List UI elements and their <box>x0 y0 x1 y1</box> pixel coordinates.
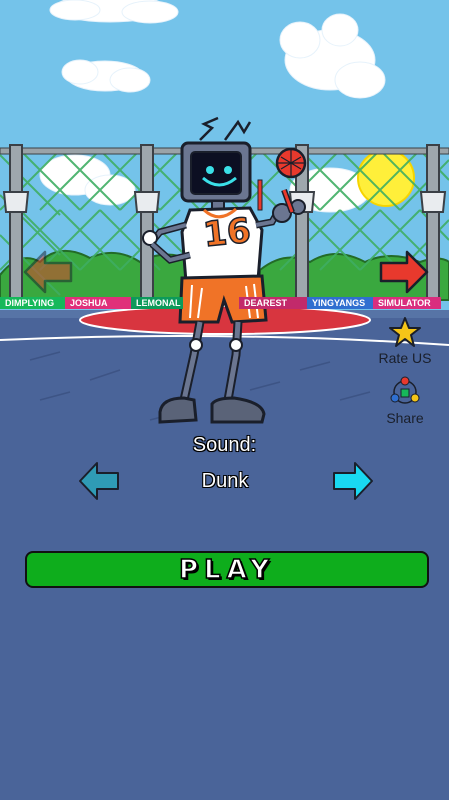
rate-us-label: Rate US <box>378 350 432 366</box>
star-icon <box>389 317 421 347</box>
share-button[interactable]: Share <box>375 376 435 426</box>
arrow-left-icon <box>79 462 119 500</box>
share-label: Share <box>386 410 424 426</box>
banner-name: DEAREST <box>239 297 307 309</box>
banner-name: YINGYANGS <box>307 297 373 309</box>
play-label: PLAY <box>178 554 276 586</box>
prev-character-button[interactable] <box>21 248 75 296</box>
selected-sound: Dunk <box>201 470 249 492</box>
next-sound-button[interactable] <box>331 460 375 502</box>
arrow-left-icon <box>23 250 73 294</box>
jersey-number: 16 <box>201 210 254 256</box>
rate-us-button[interactable]: Rate US <box>375 316 435 366</box>
banner-name: DIMPLYING <box>0 297 65 309</box>
banner-name: SIMULATOR <box>373 297 441 309</box>
sponsor-banner: DIMPLYING JOSHUA LEMONAL DEAREST YINGYAN… <box>0 297 449 309</box>
background-scene: 16 DIMPLYING JOSHUA LEMONAL DEAREST YING… <box>0 0 449 440</box>
arrow-right-icon <box>333 462 373 500</box>
next-character-button[interactable] <box>377 248 431 296</box>
arrow-right-icon <box>379 250 429 294</box>
share-network-icon <box>390 376 420 404</box>
sound-title: Sound: <box>192 434 257 456</box>
play-button[interactable]: PLAY <box>25 551 429 588</box>
prev-sound-button[interactable] <box>77 460 121 502</box>
banner-name: LEMONAL <box>131 297 183 309</box>
banner-name: JOSHUA <box>65 297 131 309</box>
